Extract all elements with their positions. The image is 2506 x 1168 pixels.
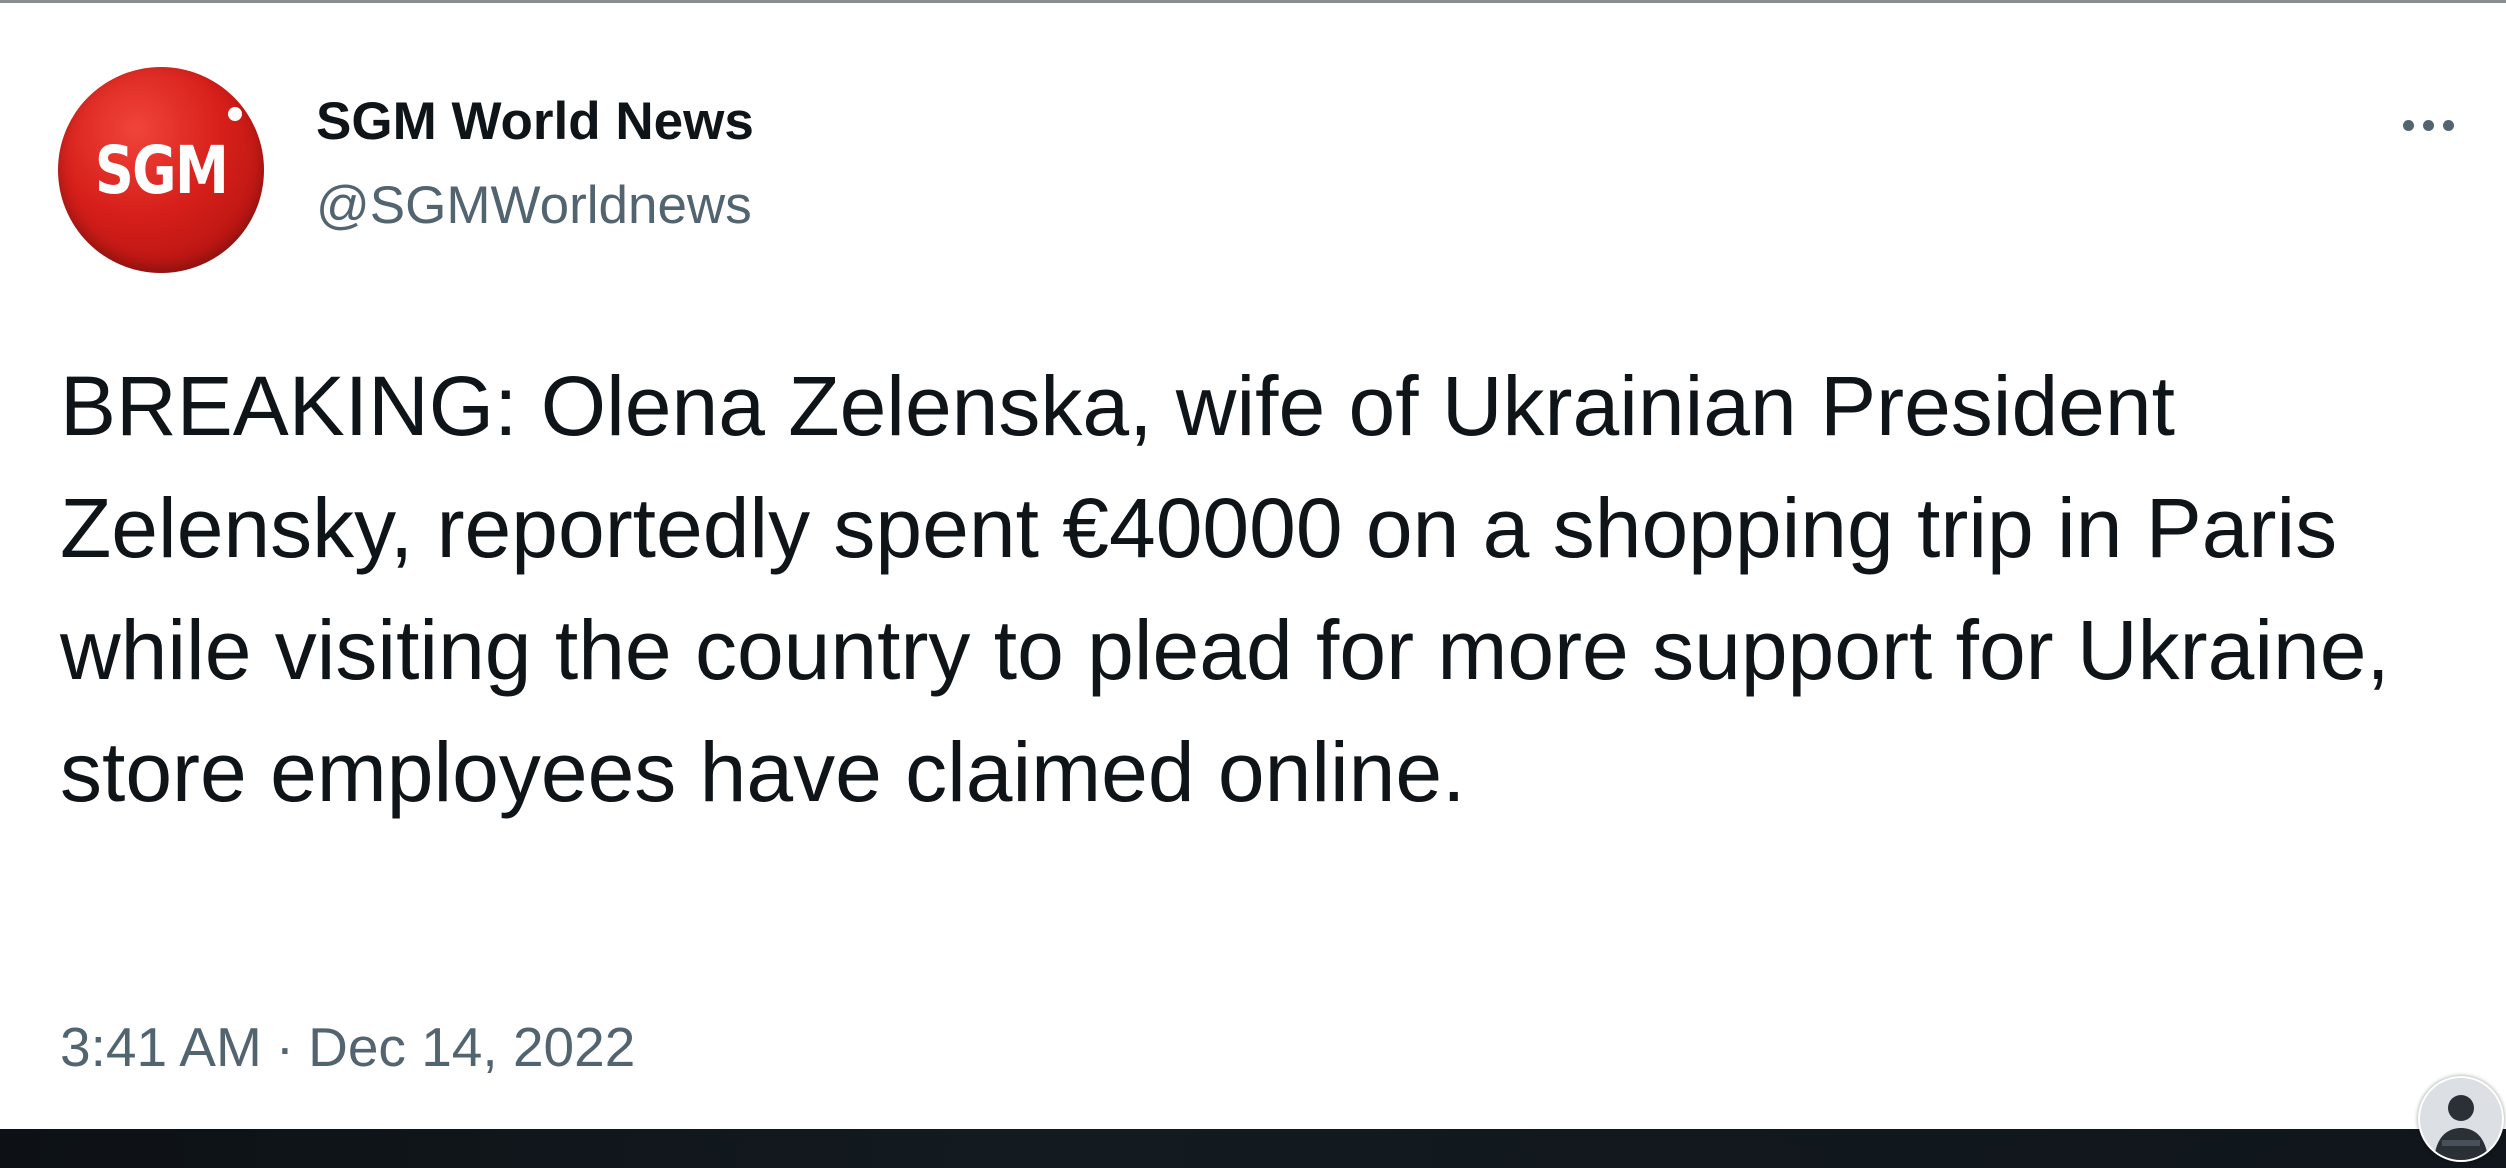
more-horizontal-icon — [2402, 119, 2414, 131]
tweet-time: 3:41 AM — [60, 1016, 262, 1078]
meta-separator: · — [275, 1016, 295, 1078]
more-horizontal-icon — [2442, 119, 2454, 131]
author-display-name[interactable]: SGM World News — [316, 91, 754, 152]
tweet-timestamp[interactable]: 3:41 AM · Dec 14, 2022 — [60, 1015, 635, 1079]
avatar-logo-text: SGM — [94, 131, 229, 209]
more-horizontal-icon — [2422, 119, 2434, 131]
avatar-logo-dot — [228, 107, 242, 121]
tweet-date: Dec 14, 2022 — [308, 1016, 636, 1078]
person-avatar-icon[interactable] — [2418, 1076, 2504, 1162]
more-options-button[interactable] — [2384, 95, 2472, 155]
author-handle[interactable]: @SGMWorldnews — [316, 175, 752, 236]
author-avatar[interactable]: SGM — [58, 67, 264, 273]
tweet-card: SGM SGM World News @SGMWorldnews BREAKIN… — [0, 3, 2506, 1129]
tweet-text: BREAKING: Olena Zelenska, wife of Ukrain… — [60, 359, 2390, 819]
video-bottom-bar — [0, 1129, 2506, 1168]
